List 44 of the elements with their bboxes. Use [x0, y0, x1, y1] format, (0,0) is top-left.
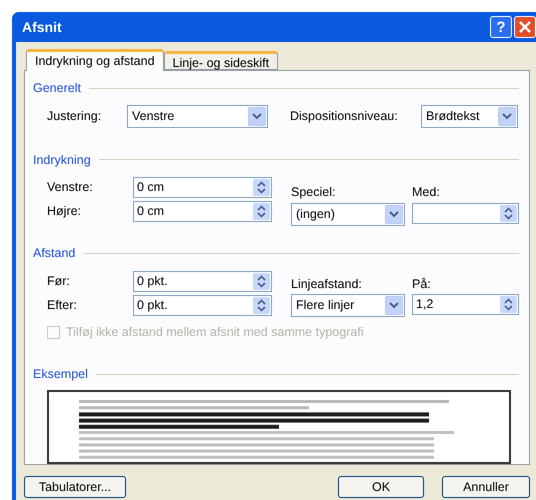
- checkbox-label: Tilføj ikke afstand mellem afsnit med samme typografi: [66, 324, 364, 342]
- field-label: Efter:: [47, 296, 78, 314]
- dropdown-field[interactable]: (ingen): [291, 203, 405, 226]
- tab[interactable]: Indrykning og afstand: [26, 49, 164, 71]
- spinner-arrows-icon: [253, 179, 270, 196]
- dropdown-field[interactable]: Brødtekst: [421, 104, 518, 128]
- spin-field[interactable]: 0 pkt.: [133, 270, 272, 292]
- close-button[interactable]: [514, 16, 536, 38]
- chevron-down-icon: [389, 211, 399, 218]
- field-label: Med:: [412, 184, 441, 202]
- tab[interactable]: Linje- og sideskift: [164, 51, 278, 70]
- window-title: Afsnit: [22, 18, 62, 36]
- close-icon: [519, 21, 531, 33]
- spin-field[interactable]: 0 pkt.: [133, 294, 272, 316]
- field-label: På:: [412, 276, 432, 293]
- group-heading: Indrykning: [33, 152, 91, 169]
- field-label: Dispositionsniveau:: [290, 108, 399, 125]
- field-label: Før:: [47, 272, 71, 290]
- help-button[interactable]: ?: [490, 16, 512, 38]
- spinner-arrows-icon: [253, 203, 270, 220]
- spinner-arrows-icon: [253, 272, 270, 290]
- dialog-button[interactable]: Annuller: [442, 476, 530, 498]
- dialog-button[interactable]: Tabulatorer...: [24, 476, 126, 498]
- spinner-arrows-icon: [253, 296, 270, 314]
- dropdown-field[interactable]: Venstre: [127, 104, 268, 128]
- spin-field[interactable]: 1,2: [412, 294, 519, 316]
- field-label: Venstre:: [47, 179, 94, 196]
- field-label: Højre:: [47, 203, 82, 220]
- spin-field[interactable]: 0 cm: [133, 201, 272, 222]
- chevron-down-icon: [252, 112, 262, 120]
- group-heading: Eksempel: [33, 366, 88, 383]
- chevron-down-icon: [389, 302, 399, 310]
- dialog-button[interactable]: OK: [338, 476, 424, 498]
- field-label: Justering:: [47, 108, 102, 125]
- spinner-arrows-icon: [500, 296, 517, 314]
- chevron-down-icon: [502, 112, 512, 120]
- spin-field[interactable]: 0 cm: [133, 177, 272, 198]
- group-heading: Afstand: [33, 244, 76, 262]
- field-label: Linjeafstand:: [291, 276, 363, 293]
- field-label: Speciel:: [291, 184, 336, 202]
- spin-field[interactable]: [412, 203, 519, 224]
- dropdown-field[interactable]: Flere linjer: [291, 294, 405, 318]
- spinner-arrows-icon: [500, 205, 517, 222]
- group-heading: Generelt: [33, 80, 81, 97]
